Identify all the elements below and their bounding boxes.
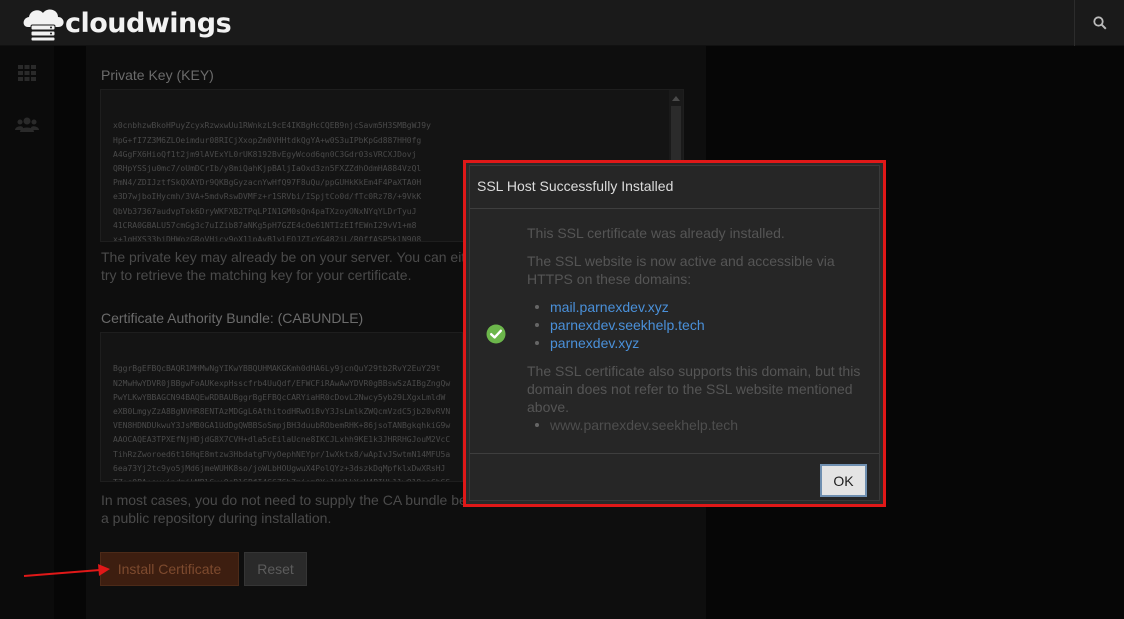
dialog-body: This SSL certificate was already install…: [470, 210, 879, 450]
domain-link[interactable]: mail.parnexdev.xyz: [550, 299, 669, 315]
search-button[interactable]: [1074, 0, 1124, 46]
users-icon[interactable]: [15, 115, 39, 135]
cabundle-line: VEN8HDNDUkwuY3JsMB0GA1UdDgQWBBSoSmpjBH3d…: [113, 421, 451, 431]
cabundle-line: TZ+sOPA+ey+indmjkMBlGy+QsRlGPfI4G6Z6h7mj…: [113, 476, 450, 481]
domain-link[interactable]: parnexdev.seekhelp.tech: [550, 317, 705, 333]
active-text-line-1: The SSL website is now active and access…: [527, 253, 835, 269]
cabundle-textarea[interactable]: BggrBgEFBQcBAQR1MHMwNgYIKwYBBQUHMAKGKmh0…: [100, 332, 463, 482]
domain-link[interactable]: parnexdev.xyz: [550, 335, 639, 351]
cabundle-help-line-2: a public repository during installation.: [101, 510, 332, 526]
search-icon: [1092, 16, 1107, 30]
scroll-thumb[interactable]: [671, 106, 681, 166]
dialog-footer: OK: [470, 453, 879, 501]
also-supports-line-2: domain does not refer to the SSL website…: [527, 381, 853, 397]
success-dialog: SSL Host Successfully Installed This SSL…: [469, 165, 880, 501]
dialog-title: SSL Host Successfully Installed: [477, 178, 674, 194]
cabundle-line: N2MwHwYDVR0jBBgwFoAUKexpHsscfrb4UuQdf/EF…: [113, 378, 451, 388]
private-key-label: Private Key (KEY): [101, 67, 214, 83]
domain-item: parnexdev.seekhelp.tech: [535, 316, 705, 334]
grid-icon[interactable]: [17, 63, 37, 83]
already-installed-text: This SSL certificate was already install…: [527, 225, 785, 241]
left-sidebar: [0, 46, 54, 619]
domain-item: parnexdev.xyz: [535, 334, 705, 352]
ok-button[interactable]: OK: [820, 464, 867, 497]
reset-button[interactable]: Reset: [244, 552, 307, 586]
cabundle-line: TihRzZworoed6t16HqE8mtzw3HbdatgFVyOephNE…: [113, 449, 451, 459]
private-key-help-line-1: The private key may already be on your s…: [101, 249, 463, 265]
highlight-frame: SSL Host Successfully Installed This SSL…: [463, 160, 886, 507]
cabundle-line: PwYLKwYBBAGCN94BAQEwRDBAUBggrBgEFBQcCARY…: [113, 392, 446, 402]
private-key-line: x0cnbhzwBkoHPuyZcyxRzwxwUu1RWnkzL9cE4IKB…: [113, 121, 431, 131]
also-supports-line-3: above.: [527, 399, 570, 415]
cloud-server-icon: [23, 9, 64, 41]
scroll-up-icon[interactable]: [672, 96, 680, 101]
domain-item: www.parnexdev.seekhelp.tech: [534, 416, 739, 434]
brand-name: cloudwings: [65, 7, 232, 39]
cabundle-help-line-1: In most cases, you do not need to supply…: [101, 492, 463, 508]
private-key-help-line-2: try to retrieve the matching key for you…: [101, 267, 412, 283]
brand-logo[interactable]: cloudwings: [20, 4, 232, 42]
top-bar: cloudwings: [0, 0, 1124, 46]
cabundle-line: AAOCAQEA3TPXEfNjHDjdG8X7CVH+dla5cEilaUcn…: [113, 435, 451, 445]
cabundle-label: Certificate Authority Bundle: (CABUNDLE): [101, 310, 364, 326]
success-check-icon: [486, 324, 506, 344]
domain-item: mail.parnexdev.xyz: [535, 298, 705, 316]
cabundle-line: 6ea73Yj2tc9yo5jMd6jmeWUHK8so/joWLbHOUgwu…: [113, 463, 446, 473]
other-domains-list: www.parnexdev.seekhelp.tech: [534, 416, 739, 434]
private-key-line: HpG+fI7Z3M6ZLOeimdur08RICjXxopZm0VHHtdkQ…: [113, 135, 422, 145]
cabundle-line: eXB0LmgyZzA8BgNVHR8ENTAzMDGgL6AthitodHRw…: [113, 407, 451, 417]
cabundle-content: BggrBgEFBQcBAQR1MHMwNgYIKwYBBQUHMAKGKmh0…: [113, 362, 451, 481]
other-domain: www.parnexdev.seekhelp.tech: [550, 417, 739, 433]
active-domains-list: mail.parnexdev.xyz parnexdev.seekhelp.te…: [535, 298, 705, 352]
cabundle-line: BggrBgEFBQcBAQR1MHMwNgYIKwYBBQUHMAKGKmh0…: [113, 364, 441, 374]
install-certificate-button[interactable]: Install Certificate: [100, 552, 239, 586]
active-text-line-2: HTTPS on these domains:: [527, 271, 692, 287]
dialog-header: SSL Host Successfully Installed: [470, 166, 879, 209]
also-supports-line-1: The SSL certificate also supports this d…: [527, 363, 861, 379]
annotation-arrow-icon: [23, 564, 110, 577]
